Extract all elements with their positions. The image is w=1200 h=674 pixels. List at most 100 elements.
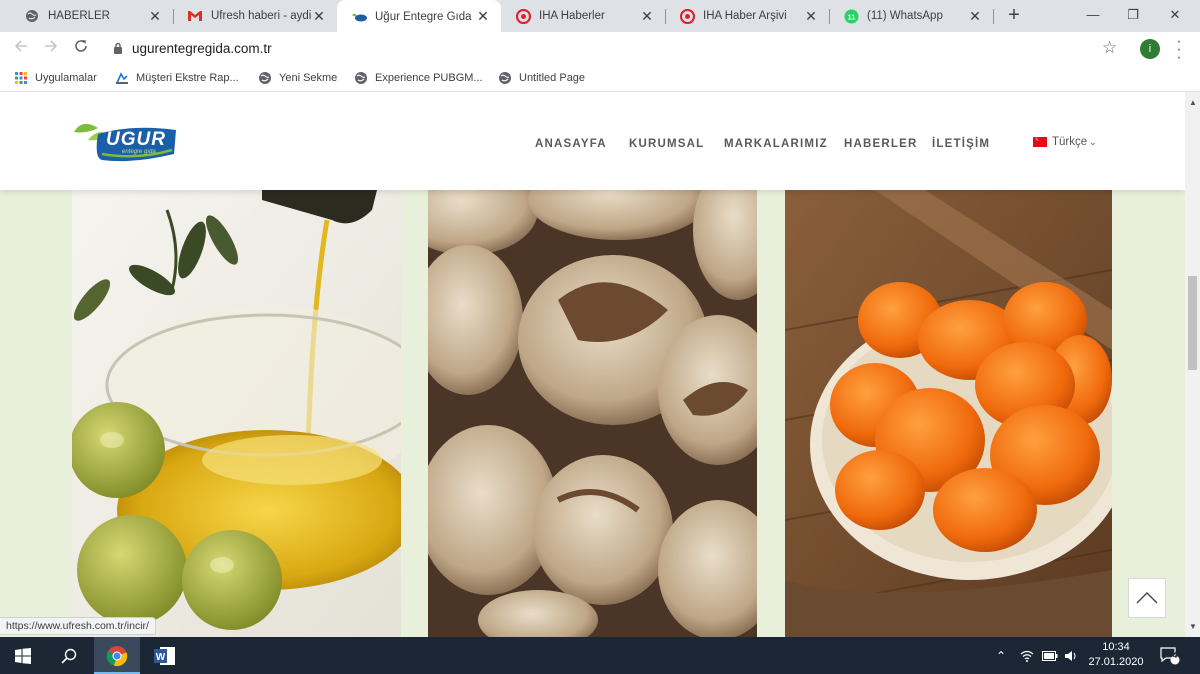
tab-title: HABERLER [48, 10, 110, 22]
site-header: UGUR entegre gıda ANASAYFA KURUMSAL MARK… [0, 92, 1185, 190]
tab-title: Ufresh haberi - aydi [211, 10, 311, 22]
reload-icon [75, 40, 87, 52]
scroll-up-arrow-icon[interactable]: ▲ [1189, 98, 1197, 107]
tab-title: İHA Haber Arşivi [703, 10, 787, 22]
bookmark-item[interactable]: Untitled Page [498, 71, 585, 85]
wifi-icon[interactable] [1020, 637, 1034, 674]
globe-icon [259, 72, 271, 84]
word-icon: W [154, 646, 175, 665]
action-center-button[interactable]: 4 [1160, 637, 1180, 674]
nav-anasayfa[interactable]: ANASAYFA [535, 138, 607, 150]
chrome-icon [106, 645, 128, 666]
battery-icon[interactable] [1042, 637, 1058, 674]
web-page: UGUR entegre gıda ANASAYFA KURUMSAL MARK… [0, 92, 1185, 637]
product-image-olive-oil[interactable] [72, 190, 401, 637]
bookmark-label: Untitled Page [519, 72, 586, 84]
bookmark-label: Müşteri Ekstre Rap... [136, 72, 239, 84]
scrollbar-thumb[interactable] [1188, 276, 1197, 370]
globe-icon [355, 72, 367, 84]
minimize-icon: — [1086, 7, 1100, 22]
product-image-dried-apricots[interactable] [785, 190, 1112, 637]
search-button[interactable] [46, 637, 92, 674]
language-label: Türkçe [1052, 136, 1088, 148]
bookmark-item[interactable]: Experience PUBGM... [354, 71, 483, 85]
tray-show-hidden-icon[interactable]: ⌃ [996, 637, 1006, 674]
nav-markalarimiz[interactable]: MARKALARIMIZ [724, 138, 828, 150]
back-to-top-button[interactable] [1128, 578, 1166, 618]
iha-icon [679, 8, 695, 24]
notification-count: 4 [1172, 651, 1178, 660]
search-icon [61, 648, 77, 664]
restore-icon: ❐ [1127, 7, 1139, 22]
restore-button[interactable]: ❐ [1110, 0, 1156, 32]
tab-title: (11) WhatsApp [867, 10, 943, 22]
taskbar-clock[interactable]: 10:34 27.01.2020 [1087, 640, 1145, 670]
windows-logo-icon [15, 647, 31, 664]
nav-haberler[interactable]: HABERLER [844, 138, 918, 150]
scroll-down-arrow-icon[interactable]: ▼ [1189, 622, 1197, 631]
bookmarks-bar: Uygulamalar Müşteri Ekstre Rap... Yeni S… [0, 66, 1200, 92]
status-bar-url: https://www.ufresh.com.tr/incir/ [0, 617, 156, 635]
bookmark-item[interactable]: Yeni Sekme [258, 71, 337, 85]
product-image-dried-figs[interactable] [428, 190, 757, 637]
browser-tab-strip: HABERLER ✕ Ufresh haberi - aydi ✕ Uğur E… [0, 0, 1200, 33]
logo-subtext: entegre gıda [122, 149, 156, 155]
back-button[interactable] [10, 38, 32, 60]
bookmark-label: Experience PUBGM... [375, 72, 483, 84]
logo-text: UGUR [106, 129, 166, 150]
window-close-button[interactable]: ✕ [1152, 0, 1198, 32]
close-icon[interactable]: ✕ [311, 8, 327, 25]
gmail-icon [187, 8, 203, 24]
turkey-flag-icon [1033, 134, 1047, 147]
close-icon[interactable]: ✕ [803, 8, 819, 25]
globe-icon [24, 8, 40, 24]
tab-ugur-entegre-gida[interactable]: Uğur Entegre Gıda ✕ [337, 0, 501, 33]
tab-whatsapp[interactable]: 11 (11) WhatsApp ✕ [829, 0, 993, 32]
tab-divider [993, 9, 994, 24]
word-letter: W [156, 652, 166, 663]
forward-button[interactable] [40, 38, 62, 60]
address-bar-input[interactable]: ugurentegregida.com.tr [132, 41, 272, 56]
nav-kurumsal[interactable]: KURUMSAL [629, 138, 704, 150]
whatsapp-icon: 11 [843, 8, 859, 24]
bookmark-star-icon[interactable]: ☆ [1102, 38, 1117, 58]
start-button[interactable] [0, 637, 46, 674]
tab-iha-haber-arsivi[interactable]: İHA Haber Arşivi ✕ [665, 0, 829, 32]
tab-title: Uğur Entegre Gıda [375, 10, 472, 23]
iha-icon [515, 8, 531, 24]
volume-icon[interactable] [1064, 637, 1078, 674]
close-icon[interactable]: ✕ [639, 8, 655, 25]
clock-time: 10:34 [1102, 641, 1130, 653]
apps-grid-icon [15, 72, 27, 84]
language-selector[interactable]: Türkçe ⌄ [1033, 134, 1097, 148]
site-logo[interactable]: UGUR entegre gıda [72, 120, 180, 166]
arrow-right-icon [45, 40, 58, 52]
browser-toolbar: ugurentegregida.com.tr ☆ i · · · [0, 32, 1200, 66]
taskbar-word[interactable]: W [142, 637, 188, 674]
nav-iletisim[interactable]: İLETİŞİM [932, 138, 990, 150]
profile-avatar[interactable]: i [1140, 39, 1160, 59]
close-icon[interactable]: ✕ [147, 8, 163, 25]
bookmark-item[interactable]: Müşteri Ekstre Rap... [115, 71, 239, 85]
clock-date: 27.01.2020 [1088, 656, 1144, 668]
bookmark-item[interactable]: Uygulamalar [14, 71, 97, 85]
close-icon[interactable]: ✕ [967, 8, 983, 25]
lock-icon [114, 42, 122, 54]
tab-gmail[interactable]: Ufresh haberi - aydi ✕ [173, 0, 337, 32]
svg-text:11: 11 [847, 12, 855, 21]
globe-icon [499, 72, 511, 84]
new-tab-button[interactable]: + [1003, 4, 1025, 26]
tab-title: İHA Haberler [539, 10, 605, 22]
close-icon[interactable]: ✕ [475, 8, 491, 25]
bookmark-page-icon [116, 72, 128, 84]
browser-menu-icon[interactable]: · · · [1172, 34, 1186, 66]
reload-button[interactable] [70, 38, 92, 60]
tab-haberler[interactable]: HABERLER ✕ [10, 0, 173, 32]
bookmark-label: Uygulamalar [35, 72, 97, 84]
ugur-favicon [351, 9, 367, 25]
taskbar-chrome[interactable] [94, 637, 140, 674]
bookmark-label: Yeni Sekme [279, 72, 338, 84]
page-scrollbar[interactable]: ▲ ▼ [1185, 92, 1200, 637]
arrow-left-icon [14, 40, 27, 52]
tab-iha-haberler[interactable]: İHA Haberler ✕ [501, 0, 665, 32]
